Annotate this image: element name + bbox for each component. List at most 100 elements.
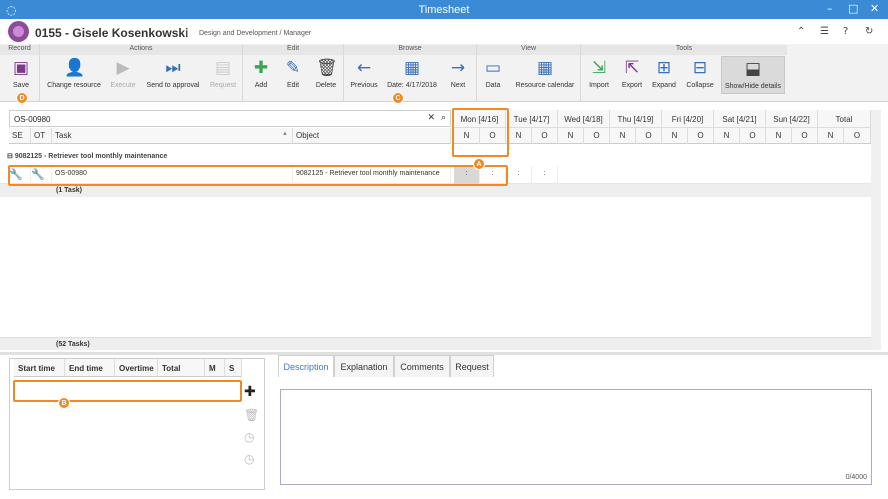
previous-button[interactable]: ← Previous (347, 58, 381, 89)
help-icon[interactable]: ? (843, 26, 848, 37)
delete-button[interactable]: 🗑 Delete (312, 58, 340, 89)
total-header[interactable]: Total (818, 110, 871, 128)
title-bar: ◌ Timesheet – □ ✕ (0, 0, 888, 19)
collapse-group-icon[interactable]: ⊟ (7, 153, 15, 160)
grid-scrollbar[interactable] (871, 110, 881, 350)
arrow-right-icon: → (450, 58, 466, 78)
group-edit: Edit ✚ Add ✎ Edit 🗑 Delete (243, 44, 344, 102)
tab-request[interactable]: Request (450, 355, 494, 377)
column-m[interactable]: M (205, 359, 225, 377)
export-button[interactable]: ⇱ Export (618, 58, 646, 89)
description-textarea[interactable]: 0/4000 (280, 389, 872, 485)
edit-label: Edit (286, 82, 300, 89)
column-total[interactable]: Total (158, 359, 205, 377)
details-panel: Description Explanation Comments Request… (276, 355, 880, 490)
change-resource-label: Change resource (47, 82, 101, 89)
delete-entry-icon[interactable]: 🗑 (244, 408, 259, 422)
group-label: 9082125 - Retriever tool monthly mainten… (14, 153, 168, 160)
marker-a: A (473, 158, 485, 170)
column-object[interactable]: Object (293, 128, 451, 144)
execute-label: Execute (110, 82, 136, 89)
task-group-row[interactable]: ⊟ 9082125 - Retriever tool monthly maint… (7, 152, 167, 160)
day-header[interactable]: Sat [4/21] (714, 110, 766, 128)
normal-subheader: N (558, 128, 584, 144)
day-header[interactable]: Wed [4/18] (558, 110, 610, 128)
calendar-icon: ▦ (403, 58, 421, 78)
time-entries-panel: Start time End time Overtime Total M S B (9, 358, 265, 490)
save-button[interactable]: ▣ Save (6, 58, 36, 89)
execute-button[interactable]: ▶ Execute (106, 58, 140, 89)
subtotal-label: (1 Task) (56, 187, 82, 194)
overtime-subheader: O (532, 128, 558, 144)
tab-description[interactable]: Description (278, 355, 334, 377)
tab-explanation[interactable]: Explanation (334, 355, 394, 377)
column-start-time[interactable]: Start time (14, 359, 65, 377)
normal-subheader: N (818, 128, 844, 144)
send-to-approval-button[interactable]: ⏭ Send to approval (143, 58, 203, 89)
day-header[interactable]: Fri [4/20] (662, 110, 714, 128)
close-icon[interactable]: ✕ (870, 2, 879, 15)
time-cell[interactable]: : (532, 166, 558, 184)
minimize-icon[interactable]: – (827, 2, 833, 15)
normal-subheader: N (506, 128, 532, 144)
clear-search-icon[interactable]: ✕ (427, 113, 435, 123)
resource-calendar-button[interactable]: ▦ Resource calendar (511, 58, 579, 89)
user-change-icon: 👤 (64, 58, 86, 78)
clock-icon[interactable]: ◷ (244, 430, 254, 444)
edit-button[interactable]: ✎ Edit (280, 58, 306, 89)
character-counter: 0/4000 (845, 474, 867, 481)
list-icon[interactable]: ☰ (820, 26, 829, 37)
maximize-icon[interactable]: □ (848, 2, 858, 15)
export-icon: ⇱ (624, 58, 640, 78)
column-s[interactable]: S (225, 359, 242, 377)
time-cell[interactable]: : (506, 166, 532, 184)
add-button[interactable]: ✚ Add (248, 58, 274, 89)
delete-label: Delete (315, 82, 337, 89)
tab-comments[interactable]: Comments (394, 355, 450, 377)
column-se[interactable]: SE (9, 128, 31, 144)
window-title: Timesheet (418, 4, 470, 16)
column-ot[interactable]: OT (31, 128, 52, 144)
grand-total-row: (52 Tasks) (0, 337, 871, 350)
search-input[interactable]: OS-00980 ✕ ⌕ (9, 110, 451, 127)
data-button[interactable]: ▭ Data (480, 58, 506, 89)
previous-label: Previous (350, 82, 378, 89)
normal-subheader: N (610, 128, 636, 144)
request-button[interactable]: ▤ Request (206, 58, 240, 89)
overtime-subheader: O (636, 128, 662, 144)
expand-button[interactable]: ⊞ Expand (650, 58, 678, 89)
pencil-icon: ✎ (285, 58, 301, 78)
refresh-icon[interactable]: ↻ (865, 26, 873, 37)
details-panel-icon: ⬓ (744, 59, 762, 79)
day-header[interactable]: Sun [4/22] (766, 110, 818, 128)
collapse-icon: ⊟ (692, 58, 708, 78)
day-header[interactable]: Tue [4/17] (506, 110, 558, 128)
search-icon[interactable]: ⌕ (441, 113, 446, 123)
marker-c: C (392, 92, 404, 104)
highlight-time-entry (13, 380, 242, 402)
resource-calendar-label: Resource calendar (515, 82, 575, 89)
collapse-up-icon[interactable]: ⌃ (797, 26, 805, 37)
group-title: Tools (581, 45, 787, 55)
group-title: View (477, 45, 580, 55)
column-overtime[interactable]: Overtime (115, 359, 158, 377)
import-button[interactable]: ⇲ Import (585, 58, 613, 89)
group-view: View ▭ Data ▦ Resource calendar (477, 44, 581, 102)
day-header[interactable]: Thu [4/19] (610, 110, 662, 128)
clock-alt-icon[interactable]: ◷ (244, 452, 254, 466)
next-button[interactable]: → Next (445, 58, 471, 89)
skip-forward-icon: ⏭ (165, 58, 181, 78)
collapse-button[interactable]: ⊟ Collapse (683, 58, 717, 89)
show-hide-details-button[interactable]: ⬓ Show/Hide details (721, 56, 785, 94)
group-actions: Actions 👤 Change resource ▶ Execute ⏭ Se… (40, 44, 243, 102)
group-title: Actions (40, 45, 242, 55)
add-entry-icon[interactable]: ✚ (244, 384, 256, 400)
column-task[interactable]: Task ▲ (52, 128, 293, 144)
column-end-time[interactable]: End time (65, 359, 115, 377)
highlight-task-row (8, 165, 508, 186)
save-icon: ▣ (12, 58, 30, 78)
document-icon: ▤ (214, 58, 232, 78)
date-button[interactable]: ▦ Date: 4/17/2018 (384, 58, 440, 89)
change-resource-button[interactable]: 👤 Change resource (45, 58, 103, 89)
logo-icon (8, 21, 29, 42)
